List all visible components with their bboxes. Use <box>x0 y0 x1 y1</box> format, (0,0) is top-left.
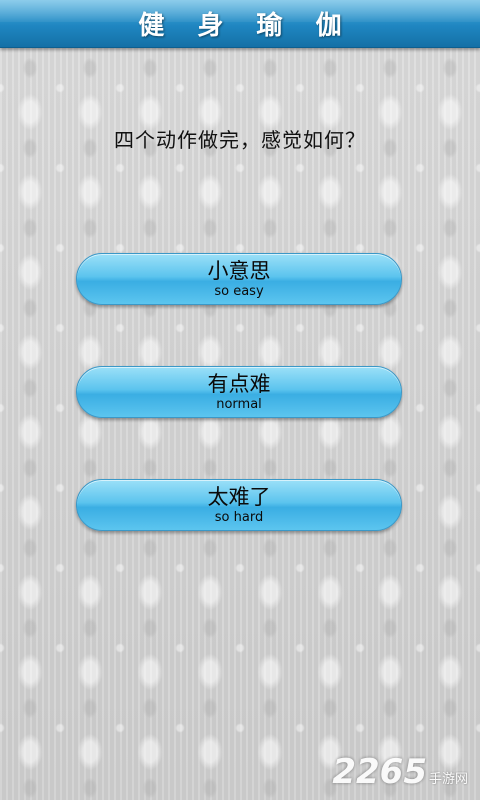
answer-button-hard[interactable]: 太难了 so hard <box>76 479 402 531</box>
title-bar: 健 身 瑜 伽 <box>0 0 480 48</box>
app-title: 健 身 瑜 伽 <box>138 11 354 41</box>
answer-label-en: normal <box>216 397 262 412</box>
answer-label-en: so hard <box>214 510 264 525</box>
watermark-text: 手游网 <box>428 772 468 787</box>
watermark-logo: 2265 手游网 <box>332 752 468 792</box>
answer-button-normal[interactable]: 有点难 normal <box>76 366 402 418</box>
answer-label-cn: 小意思 <box>207 259 271 283</box>
answer-label-en: so easy <box>214 284 264 299</box>
question-text: 四个动作做完，感觉如何？ <box>114 128 366 152</box>
answer-label-cn: 太难了 <box>207 485 271 509</box>
answer-button-easy[interactable]: 小意思 so easy <box>76 253 402 305</box>
answer-label-cn: 有点难 <box>207 372 271 396</box>
watermark-number: 2265 <box>332 752 427 792</box>
